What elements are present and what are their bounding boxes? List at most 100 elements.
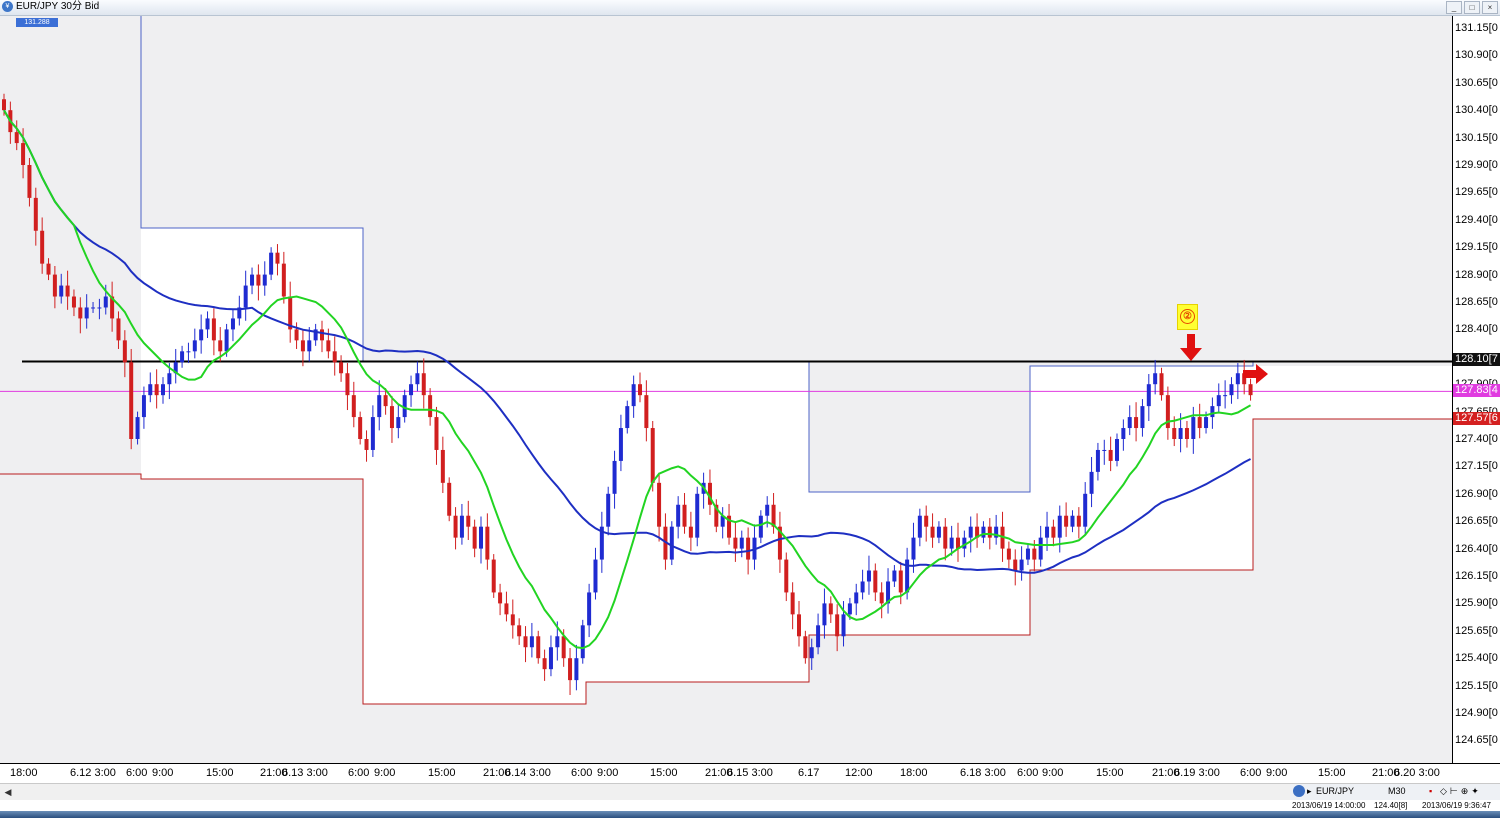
timeframe-selector[interactable]: M30 (1388, 784, 1406, 799)
candle-body (739, 537, 744, 549)
candle-body (504, 603, 509, 615)
candle-body (65, 285, 70, 297)
candle-body (377, 395, 382, 418)
candle-body (561, 636, 566, 659)
candle-body (847, 603, 852, 615)
close-icon[interactable]: × (1482, 1, 1498, 14)
time-tick-label: 9:00 (1042, 767, 1064, 779)
candle-body (269, 252, 274, 275)
time-tick-label: 15:00 (1096, 767, 1124, 779)
scroll-left-icon[interactable]: ◀ (2, 786, 14, 798)
candle-body (320, 329, 324, 341)
candle-body (1102, 449, 1107, 451)
candle-body (97, 307, 102, 309)
grey-zone (1030, 570, 1253, 763)
candle-body (1248, 384, 1253, 396)
candle-body (180, 351, 185, 363)
price-tick-label: 125.40[0 (1455, 652, 1498, 665)
candle-body (491, 559, 496, 593)
candle-body (129, 362, 134, 439)
candle-body (968, 526, 973, 538)
candle-body (351, 395, 356, 418)
candle-body (593, 559, 598, 593)
window-title: EUR/JPY 30分 Bid (16, 1, 100, 12)
grey-zone (141, 16, 1452, 228)
candle-body (250, 274, 255, 286)
candle-body (218, 340, 223, 352)
candle-body (205, 318, 210, 330)
time-tick-label: 9:00 (374, 767, 396, 779)
candle-body (542, 658, 547, 670)
candle-body (116, 318, 121, 341)
play-icon[interactable]: ▸ (1307, 784, 1312, 799)
candle-body (421, 373, 426, 396)
candle-body (370, 417, 375, 450)
candle-body (326, 340, 331, 352)
candle-body (1153, 373, 1158, 385)
candle-body (555, 636, 560, 648)
window-titlebar: ¥ EUR/JPY 30分 Bid _ □ × (0, 0, 1500, 16)
candle-body (1146, 384, 1151, 407)
candle-body (27, 165, 32, 198)
candle-body (339, 362, 344, 374)
price-tick-label: 126.65[0 (1455, 515, 1498, 528)
candle-body (854, 592, 859, 604)
grey-zone (141, 479, 363, 763)
candle-body (91, 307, 96, 309)
current-price-tag: 127.83[4 (1453, 384, 1500, 397)
candle-body (275, 252, 280, 264)
candle-body (924, 515, 929, 527)
time-tick-label: 6.17 (798, 767, 820, 779)
candle-body (644, 395, 649, 429)
candle-body (1019, 559, 1024, 571)
candle-body (631, 384, 636, 407)
candle-body (472, 526, 477, 549)
candle-body (835, 614, 840, 637)
price-tick-label: 126.40[0 (1455, 542, 1498, 555)
price-tick-label: 129.40[0 (1455, 213, 1498, 226)
candle-body (1064, 515, 1069, 527)
chart-scrollbar[interactable]: ◀ (0, 783, 1290, 800)
candle-body (1178, 428, 1183, 439)
candle-body (822, 603, 827, 626)
nav-globe-icon[interactable] (1293, 785, 1305, 797)
candle-body (612, 460, 617, 494)
toolbar-icons[interactable]: ◇⊢⊕✦ (1440, 784, 1482, 799)
minimize-icon[interactable]: _ (1446, 1, 1462, 14)
candle-body (230, 318, 235, 330)
candle-body (797, 614, 801, 637)
candle-body (517, 625, 522, 637)
price-chart[interactable] (0, 16, 1452, 763)
candle-body (587, 592, 592, 626)
candle-body (466, 515, 471, 527)
maximize-icon[interactable]: □ (1464, 1, 1480, 14)
record-icon[interactable]: ▪ (1429, 784, 1432, 799)
candle-body (46, 263, 51, 275)
price-tick-label: 125.90[0 (1455, 597, 1498, 610)
candle-body (618, 428, 623, 461)
candle-body (1095, 449, 1100, 472)
time-tick-label: 6.14 3:00 (505, 767, 551, 779)
candle-body (1127, 417, 1132, 429)
candle-body (809, 647, 814, 659)
grey-zone (586, 682, 809, 763)
window-controls: _ □ × (1446, 1, 1498, 14)
time-tick-label: 6:00 (571, 767, 593, 779)
time-tick-label: 6.18 3:00 (960, 767, 1006, 779)
candle-body (917, 515, 922, 538)
time-tick-label: 9:00 (152, 767, 174, 779)
grey-zone (363, 228, 1452, 361)
candle-body (84, 307, 89, 319)
time-tick-label: 6.19 3:00 (1174, 767, 1220, 779)
right-arrow-icon (1243, 364, 1268, 384)
candle-body (1235, 373, 1240, 385)
candle-body (148, 384, 153, 396)
time-tick-label: 15:00 (1318, 767, 1346, 779)
candle-body (1210, 406, 1215, 418)
symbol-selector[interactable]: EUR/JPY (1316, 784, 1354, 799)
price-tick-label: 129.65[0 (1455, 186, 1498, 199)
price-tick-label: 124.65[0 (1455, 734, 1498, 747)
candle-body (1057, 515, 1062, 538)
grey-zone (0, 474, 141, 763)
candle-body (1223, 395, 1228, 397)
